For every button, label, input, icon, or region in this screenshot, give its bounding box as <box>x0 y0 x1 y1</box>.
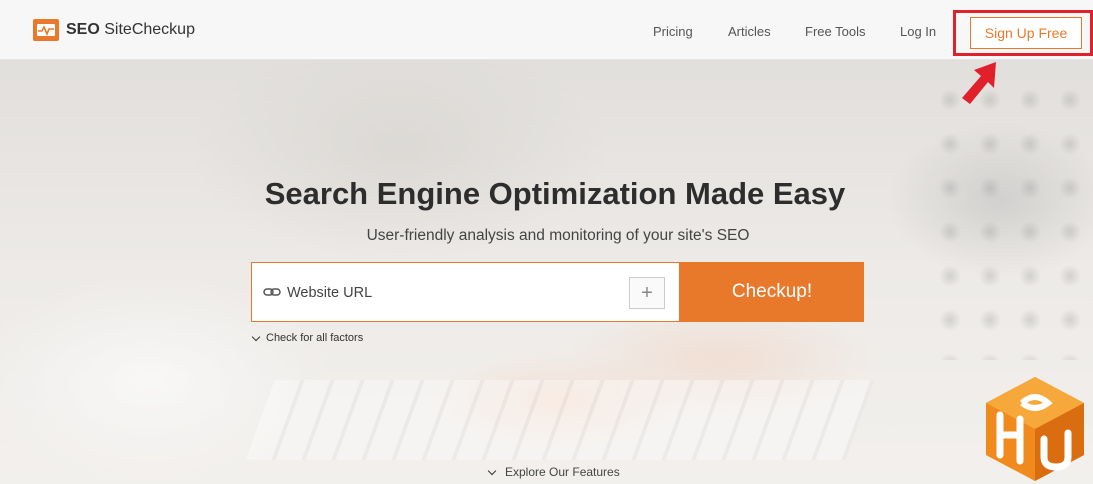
explore-features-label: Explore Our Features <box>505 465 620 479</box>
pulse-icon <box>33 19 59 41</box>
website-url-input[interactable] <box>287 281 617 305</box>
nav-free-tools[interactable]: Free Tools <box>805 24 865 39</box>
watermark-logo <box>986 377 1084 481</box>
checkup-button[interactable]: Checkup! <box>680 262 864 322</box>
sign-up-button[interactable]: Sign Up Free <box>970 17 1082 49</box>
brand-name-rest: SiteCheckup <box>104 21 195 38</box>
link-icon <box>263 288 281 296</box>
url-search-box: + <box>251 262 680 322</box>
chevron-down-icon <box>251 332 261 341</box>
brand-name-bold: SEO <box>66 21 100 38</box>
nav-articles[interactable]: Articles <box>728 24 771 39</box>
add-url-button[interactable]: + <box>629 277 665 309</box>
top-navbar: SEO SiteCheckup Pricing Articles Free To… <box>0 0 1093 60</box>
hero-headline: Search Engine Optimization Made Easy <box>264 176 846 211</box>
chevron-down-icon <box>487 466 497 475</box>
nav-log-in[interactable]: Log In <box>900 24 936 39</box>
explore-features-link[interactable]: Explore Our Features <box>487 465 620 479</box>
check-all-factors-label: Check for all factors <box>266 332 364 344</box>
site-logo[interactable]: SEO SiteCheckup <box>33 19 195 41</box>
nav-pricing[interactable]: Pricing <box>653 24 693 39</box>
hero-subheadline: User-friendly analysis and monitoring of… <box>366 227 750 244</box>
annotation-arrow-icon <box>962 62 996 104</box>
check-all-factors-toggle[interactable]: Check for all factors <box>251 332 364 344</box>
brand-name: SEO SiteCheckup <box>66 21 195 39</box>
